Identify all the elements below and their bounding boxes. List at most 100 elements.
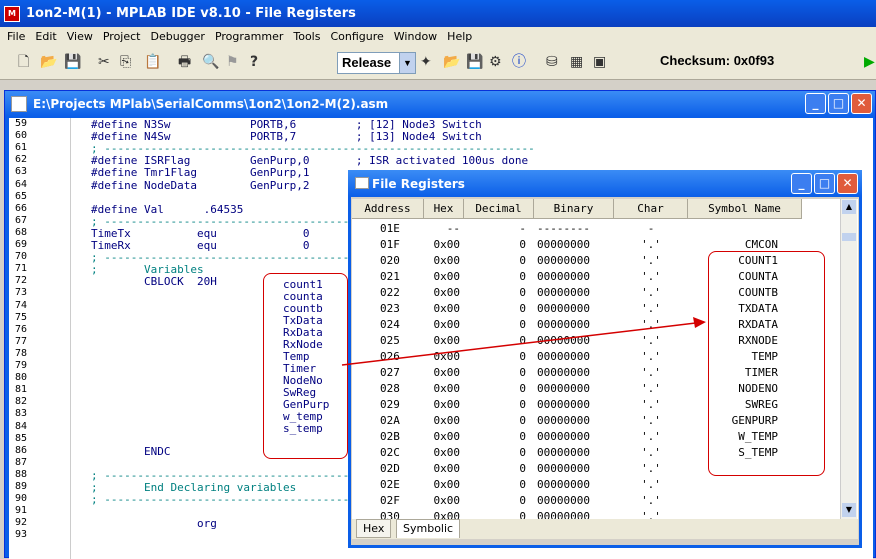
chevron-down-icon[interactable]: ▼: [399, 53, 415, 73]
build-config-select[interactable]: Release ▼: [337, 52, 416, 74]
close-button[interactable]: ✕: [851, 93, 872, 114]
open-file-icon[interactable]: 📂: [40, 54, 57, 70]
table-cell: 00000000: [537, 254, 590, 267]
column-header[interactable]: Address: [352, 199, 424, 219]
table-cell: 0x00: [433, 302, 461, 315]
new-file-icon[interactable]: 🗋: [18, 54, 29, 70]
line-number: 82: [15, 396, 28, 408]
table-cell: 0: [519, 270, 526, 283]
new-project-icon[interactable]: ✦: [420, 54, 432, 70]
table-row[interactable]: 01E -- - -------- -: [352, 221, 840, 237]
find-files-icon[interactable]: ⚑: [226, 54, 239, 70]
table-row[interactable]: 029 0x00 0 00000000 '.' SWREG: [352, 397, 840, 413]
table-row[interactable]: 027 0x00 0 00000000 '.' TIMER: [352, 365, 840, 381]
table-row[interactable]: 023 0x00 0 00000000 '.' TXDATA: [352, 301, 840, 317]
build-icon[interactable]: ⚙: [489, 54, 502, 70]
fr-maximize-button[interactable]: □: [814, 173, 835, 194]
editor-title: E:\Projects MPlab\SerialComms\1on2\1on2-…: [33, 97, 389, 111]
table-row[interactable]: 026 0x00 0 00000000 '.' TEMP: [352, 349, 840, 365]
table-row[interactable]: 02A 0x00 0 00000000 '.' GENPURP: [352, 413, 840, 429]
code-line: TimeRx equ 0: [91, 239, 310, 252]
table-cell: TXDATA: [738, 302, 778, 315]
table-row[interactable]: 01F 0x00 0 00000000 '.' CMCON: [352, 237, 840, 253]
column-header[interactable]: Binary: [534, 199, 614, 219]
line-number: 81: [15, 384, 28, 396]
tab-symbolic[interactable]: Symbolic: [396, 519, 461, 538]
menu-window[interactable]: Window: [389, 30, 442, 43]
scroll-down-icon[interactable]: ▼: [842, 503, 856, 517]
app-titlebar: M 1on2-M(1) - MPLAB IDE v8.10 - File Reg…: [0, 0, 876, 27]
help-icon[interactable]: ?: [250, 54, 258, 70]
menu-debugger[interactable]: Debugger: [145, 30, 209, 43]
menubar: File Edit View Project Debugger Programmer Too…: [0, 27, 876, 46]
vertical-scrollbar[interactable]: ▲ ▼: [840, 199, 857, 519]
table-cell: COUNT1: [738, 254, 778, 267]
table-cell: 0: [519, 366, 526, 379]
column-header[interactable]: Char: [614, 199, 688, 219]
table-cell: 0x00: [433, 430, 461, 443]
line-number: 86: [15, 444, 28, 456]
line-number: 91: [15, 505, 28, 517]
save-project-icon[interactable]: 💾: [466, 54, 483, 70]
minimize-button[interactable]: _: [805, 93, 826, 114]
line-number: 73: [15, 287, 28, 299]
table-cell: SWREG: [744, 398, 778, 411]
column-header[interactable]: Decimal: [464, 199, 534, 219]
table-cell: TEMP: [751, 350, 779, 363]
cut-icon[interactable]: ✂: [98, 54, 110, 70]
find-icon[interactable]: 🔍: [202, 54, 219, 70]
scroll-thumb[interactable]: [842, 233, 856, 241]
paste-icon[interactable]: 📋: [144, 54, 161, 70]
table-cell: '.': [641, 462, 661, 475]
table-cell: 028: [380, 382, 400, 395]
line-number: 66: [15, 202, 28, 214]
table-row[interactable]: 025 0x00 0 00000000 '.' RXNODE: [352, 333, 840, 349]
menu-project[interactable]: Project: [98, 30, 146, 43]
line-number: 80: [15, 372, 28, 384]
table-cell: 021: [380, 270, 400, 283]
table-row[interactable]: 020 0x00 0 00000000 '.' COUNT1: [352, 253, 840, 269]
line-number: 70: [15, 251, 28, 263]
table-row[interactable]: 02E 0x00 0 00000000 '.': [352, 477, 840, 493]
table-row[interactable]: 02B 0x00 0 00000000 '.' W_TEMP: [352, 429, 840, 445]
table-cell: GENPURP: [731, 414, 778, 427]
fr-minimize-button[interactable]: _: [791, 173, 812, 194]
menu-edit[interactable]: Edit: [30, 30, 61, 43]
table-cell: 02D: [380, 462, 400, 475]
save-icon[interactable]: 💾: [64, 54, 81, 70]
table-cell: 00000000: [537, 382, 590, 395]
table-row[interactable]: 02C 0x00 0 00000000 '.' S_TEMP: [352, 445, 840, 461]
build-all-icon[interactable]: ⛁: [546, 54, 558, 70]
menu-tools[interactable]: Tools: [288, 30, 325, 43]
menu-view[interactable]: View: [62, 30, 98, 43]
tab-hex[interactable]: Hex: [356, 519, 392, 538]
print-icon[interactable]: 🖶: [178, 54, 191, 70]
file-registers-table[interactable]: ▲ ▼ Address Hex Decimal Binary Char Symbol Na…: [352, 199, 858, 523]
table-cell: 02E: [380, 478, 400, 491]
table-row[interactable]: 02D 0x00 0 00000000 '.': [352, 461, 840, 477]
code-line: #define Tmr1Flag GenPurp,1: [91, 166, 310, 180]
table-cell: CMCON: [744, 238, 778, 251]
menu-configure[interactable]: Configure: [325, 30, 388, 43]
maximize-button[interactable]: □: [828, 93, 849, 114]
menu-programmer[interactable]: Programmer: [210, 30, 288, 43]
table-row[interactable]: 022 0x00 0 00000000 '.' COUNTB: [352, 285, 840, 301]
table-cell: 0: [519, 462, 526, 475]
table-row[interactable]: 024 0x00 0 00000000 '.' RXDATA: [352, 317, 840, 333]
column-header[interactable]: Symbol Name: [688, 199, 802, 219]
column-header[interactable]: Hex: [424, 199, 464, 219]
table-row[interactable]: 021 0x00 0 00000000 '.' COUNTA: [352, 269, 840, 285]
menu-help[interactable]: Help: [442, 30, 477, 43]
copy-icon[interactable]: ⎘: [120, 54, 131, 70]
table-row[interactable]: 02F 0x00 0 00000000 '.': [352, 493, 840, 509]
open-project-icon[interactable]: 📂: [443, 54, 460, 70]
make-icon[interactable]: ▦: [570, 54, 583, 70]
fr-close-button[interactable]: ✕: [837, 173, 858, 194]
menu-file[interactable]: File: [2, 30, 30, 43]
run-icon[interactable]: ▶: [864, 54, 875, 70]
info-icon[interactable]: ⓘ: [512, 54, 526, 70]
table-row[interactable]: 028 0x00 0 00000000 '.' NODENO: [352, 381, 840, 397]
window-icon[interactable]: ▣: [593, 54, 606, 70]
scroll-up-icon[interactable]: ▲: [842, 200, 856, 214]
table-cell: '.': [641, 318, 661, 331]
